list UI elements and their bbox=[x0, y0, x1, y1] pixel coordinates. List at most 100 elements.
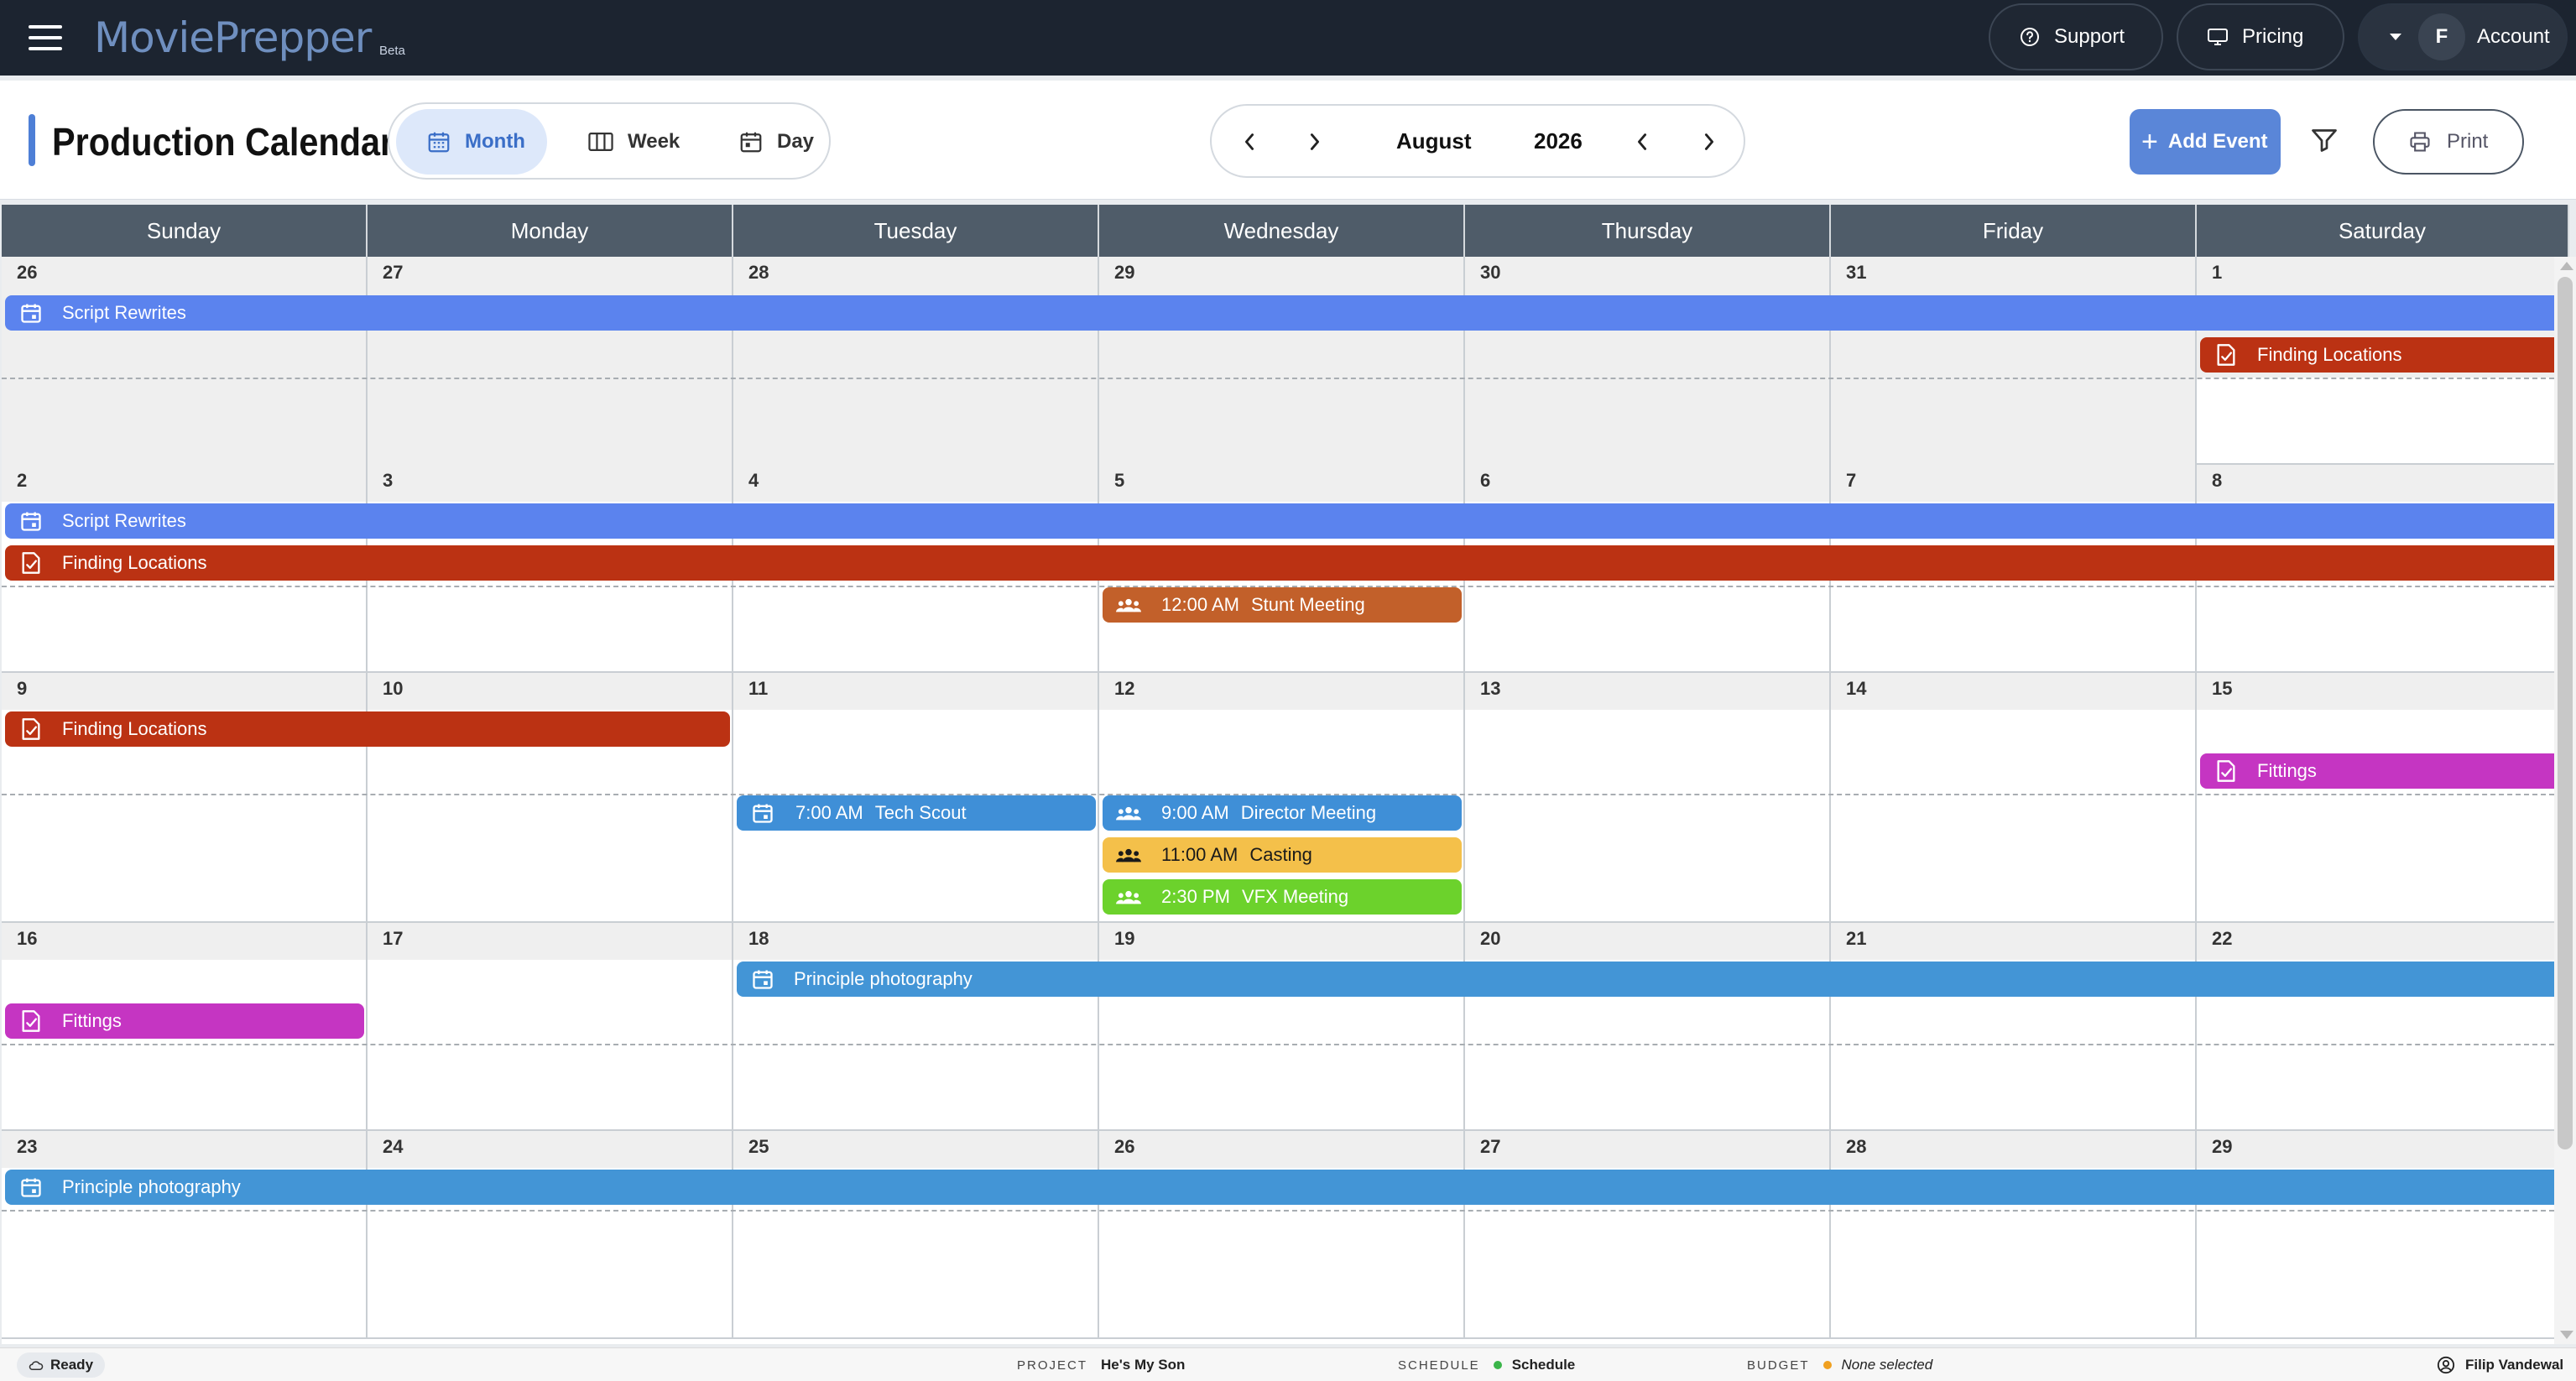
day-number[interactable]: 9 bbox=[17, 678, 27, 700]
day-number[interactable]: 27 bbox=[383, 262, 403, 284]
calendar-event[interactable]: 12:00 AM Stunt Meeting bbox=[1103, 587, 1462, 623]
current-month[interactable]: August bbox=[1396, 124, 1472, 158]
day-number[interactable]: 22 bbox=[2212, 928, 2232, 950]
day-cell[interactable]: 10 bbox=[368, 673, 733, 923]
day-number[interactable]: 7 bbox=[1846, 470, 1856, 492]
day-cell[interactable]: 15 bbox=[2197, 673, 2569, 923]
day-number[interactable]: 24 bbox=[383, 1136, 403, 1158]
day-cell[interactable]: 29 bbox=[2197, 1131, 2569, 1339]
app-logo[interactable]: MoviePrepper Beta bbox=[94, 12, 405, 64]
day-number[interactable]: 11 bbox=[748, 678, 768, 700]
view-week-button[interactable]: Week bbox=[572, 109, 698, 175]
day-cell[interactable]: 25 bbox=[733, 1131, 1099, 1339]
print-button[interactable]: Print bbox=[2373, 109, 2524, 175]
next-year-arrow-icon[interactable] bbox=[1695, 128, 1723, 156]
day-number[interactable]: 23 bbox=[17, 1136, 37, 1158]
day-cell[interactable]: 21 bbox=[1831, 923, 2197, 1131]
day-number[interactable]: 6 bbox=[1480, 470, 1490, 492]
day-cell[interactable]: 20 bbox=[1465, 923, 1831, 1131]
day-number[interactable]: 30 bbox=[1480, 262, 1500, 284]
day-cell[interactable]: 17 bbox=[368, 923, 733, 1131]
day-number[interactable]: 2 bbox=[17, 470, 27, 492]
calendar-event[interactable]: Finding Locations bbox=[2200, 337, 2566, 373]
calendar-event[interactable]: Fittings bbox=[2200, 753, 2566, 789]
day-number[interactable]: 27 bbox=[1480, 1136, 1500, 1158]
scrollbar-thumb[interactable] bbox=[2558, 277, 2573, 1149]
account-button[interactable]: F Account bbox=[2358, 3, 2568, 70]
scroll-down-arrow-icon[interactable] bbox=[2560, 1331, 2573, 1339]
calendar-event[interactable]: Fittings bbox=[5, 1003, 364, 1039]
support-button[interactable]: Support bbox=[1989, 3, 2163, 70]
day-cell[interactable]: 27 bbox=[368, 257, 733, 465]
pricing-button[interactable]: Pricing bbox=[2177, 3, 2344, 70]
day-cell[interactable]: 29 bbox=[1099, 257, 1465, 465]
day-cell[interactable]: 13 bbox=[1465, 673, 1831, 923]
calendar-event[interactable]: Script Rewrites bbox=[5, 503, 2566, 539]
day-number[interactable]: 8 bbox=[2212, 470, 2222, 492]
view-month-button[interactable]: Month bbox=[396, 109, 547, 175]
calendar-event[interactable]: Principle photography bbox=[5, 1170, 2566, 1205]
day-cell[interactable]: 27 bbox=[1465, 1131, 1831, 1339]
day-number[interactable]: 31 bbox=[1846, 262, 1866, 284]
day-number[interactable]: 28 bbox=[1846, 1136, 1866, 1158]
day-number[interactable]: 21 bbox=[1846, 928, 1866, 950]
view-day-button[interactable]: Day bbox=[723, 109, 824, 175]
day-cell[interactable]: 19 bbox=[1099, 923, 1465, 1131]
previous-year-arrow-icon[interactable] bbox=[1628, 128, 1656, 156]
calendar-event[interactable]: Finding Locations bbox=[5, 545, 2566, 581]
day-number[interactable]: 26 bbox=[1114, 1136, 1134, 1158]
day-number[interactable]: 29 bbox=[1114, 262, 1134, 284]
day-number[interactable]: 26 bbox=[17, 262, 37, 284]
add-event-button[interactable]: + Add Event bbox=[2130, 109, 2281, 175]
day-cell[interactable]: 31 bbox=[1831, 257, 2197, 465]
day-cell-header-shade bbox=[368, 257, 732, 465]
previous-month-arrow-icon[interactable] bbox=[1235, 128, 1264, 156]
day-number[interactable]: 19 bbox=[1114, 928, 1134, 950]
filter-icon[interactable] bbox=[2309, 124, 2343, 158]
day-number[interactable]: 29 bbox=[2212, 1136, 2232, 1158]
user-status[interactable]: Filip Vandewal bbox=[2437, 1348, 2563, 1381]
day-cell[interactable]: 30 bbox=[1465, 257, 1831, 465]
day-number[interactable]: 3 bbox=[383, 470, 393, 492]
day-number[interactable]: 16 bbox=[17, 928, 37, 950]
day-number[interactable]: 5 bbox=[1114, 470, 1124, 492]
calendar-event[interactable]: Script Rewrites bbox=[5, 295, 2566, 331]
day-cell[interactable]: 28 bbox=[1831, 1131, 2197, 1339]
calendar-scrollbar[interactable] bbox=[2554, 257, 2576, 1344]
current-year[interactable]: 2026 bbox=[1534, 124, 1583, 158]
calendar-event[interactable]: 2:30 PM VFX Meeting bbox=[1103, 879, 1462, 915]
day-cell[interactable]: 28 bbox=[733, 257, 1099, 465]
day-number[interactable]: 25 bbox=[748, 1136, 769, 1158]
project-status[interactable]: PROJECT He's My Son bbox=[1017, 1348, 1185, 1381]
day-number[interactable]: 18 bbox=[748, 928, 769, 950]
day-cell[interactable]: 22 bbox=[2197, 923, 2569, 1131]
budget-status[interactable]: BUDGET None selected bbox=[1747, 1348, 1932, 1381]
day-cell[interactable]: 18 bbox=[733, 923, 1099, 1131]
day-number[interactable]: 14 bbox=[1846, 678, 1866, 700]
day-number[interactable]: 1 bbox=[2212, 262, 2222, 284]
day-number[interactable]: 20 bbox=[1480, 928, 1500, 950]
next-month-arrow-icon[interactable] bbox=[1301, 128, 1329, 156]
calendar-event[interactable]: 7:00 AM Tech Scout bbox=[737, 795, 1096, 831]
day-cell[interactable]: 9 bbox=[2, 673, 368, 923]
calendar-event[interactable]: 9:00 AM Director Meeting bbox=[1103, 795, 1462, 831]
day-cell[interactable]: 26 bbox=[1099, 1131, 1465, 1339]
day-number[interactable]: 4 bbox=[748, 470, 759, 492]
day-number[interactable]: 13 bbox=[1480, 678, 1500, 700]
scroll-up-arrow-icon[interactable] bbox=[2560, 262, 2573, 270]
day-number[interactable]: 12 bbox=[1114, 678, 1134, 700]
day-number[interactable]: 15 bbox=[2212, 678, 2232, 700]
day-number[interactable]: 17 bbox=[383, 928, 403, 950]
menu-icon[interactable] bbox=[29, 23, 62, 52]
day-cell[interactable]: 23 bbox=[2, 1131, 368, 1339]
day-cell[interactable]: 24 bbox=[368, 1131, 733, 1339]
day-number[interactable]: 28 bbox=[748, 262, 769, 284]
day-cell[interactable]: 14 bbox=[1831, 673, 2197, 923]
schedule-status[interactable]: SCHEDULE Schedule bbox=[1398, 1348, 1575, 1381]
day-number[interactable]: 10 bbox=[383, 678, 403, 700]
calendar-event[interactable]: Principle photography bbox=[737, 961, 2566, 997]
calendar-event[interactable]: Finding Locations bbox=[5, 711, 730, 747]
day-cell[interactable]: 26 bbox=[2, 257, 368, 465]
weekday-header-friday: Friday bbox=[1831, 205, 2197, 257]
calendar-event[interactable]: 11:00 AM Casting bbox=[1103, 837, 1462, 873]
